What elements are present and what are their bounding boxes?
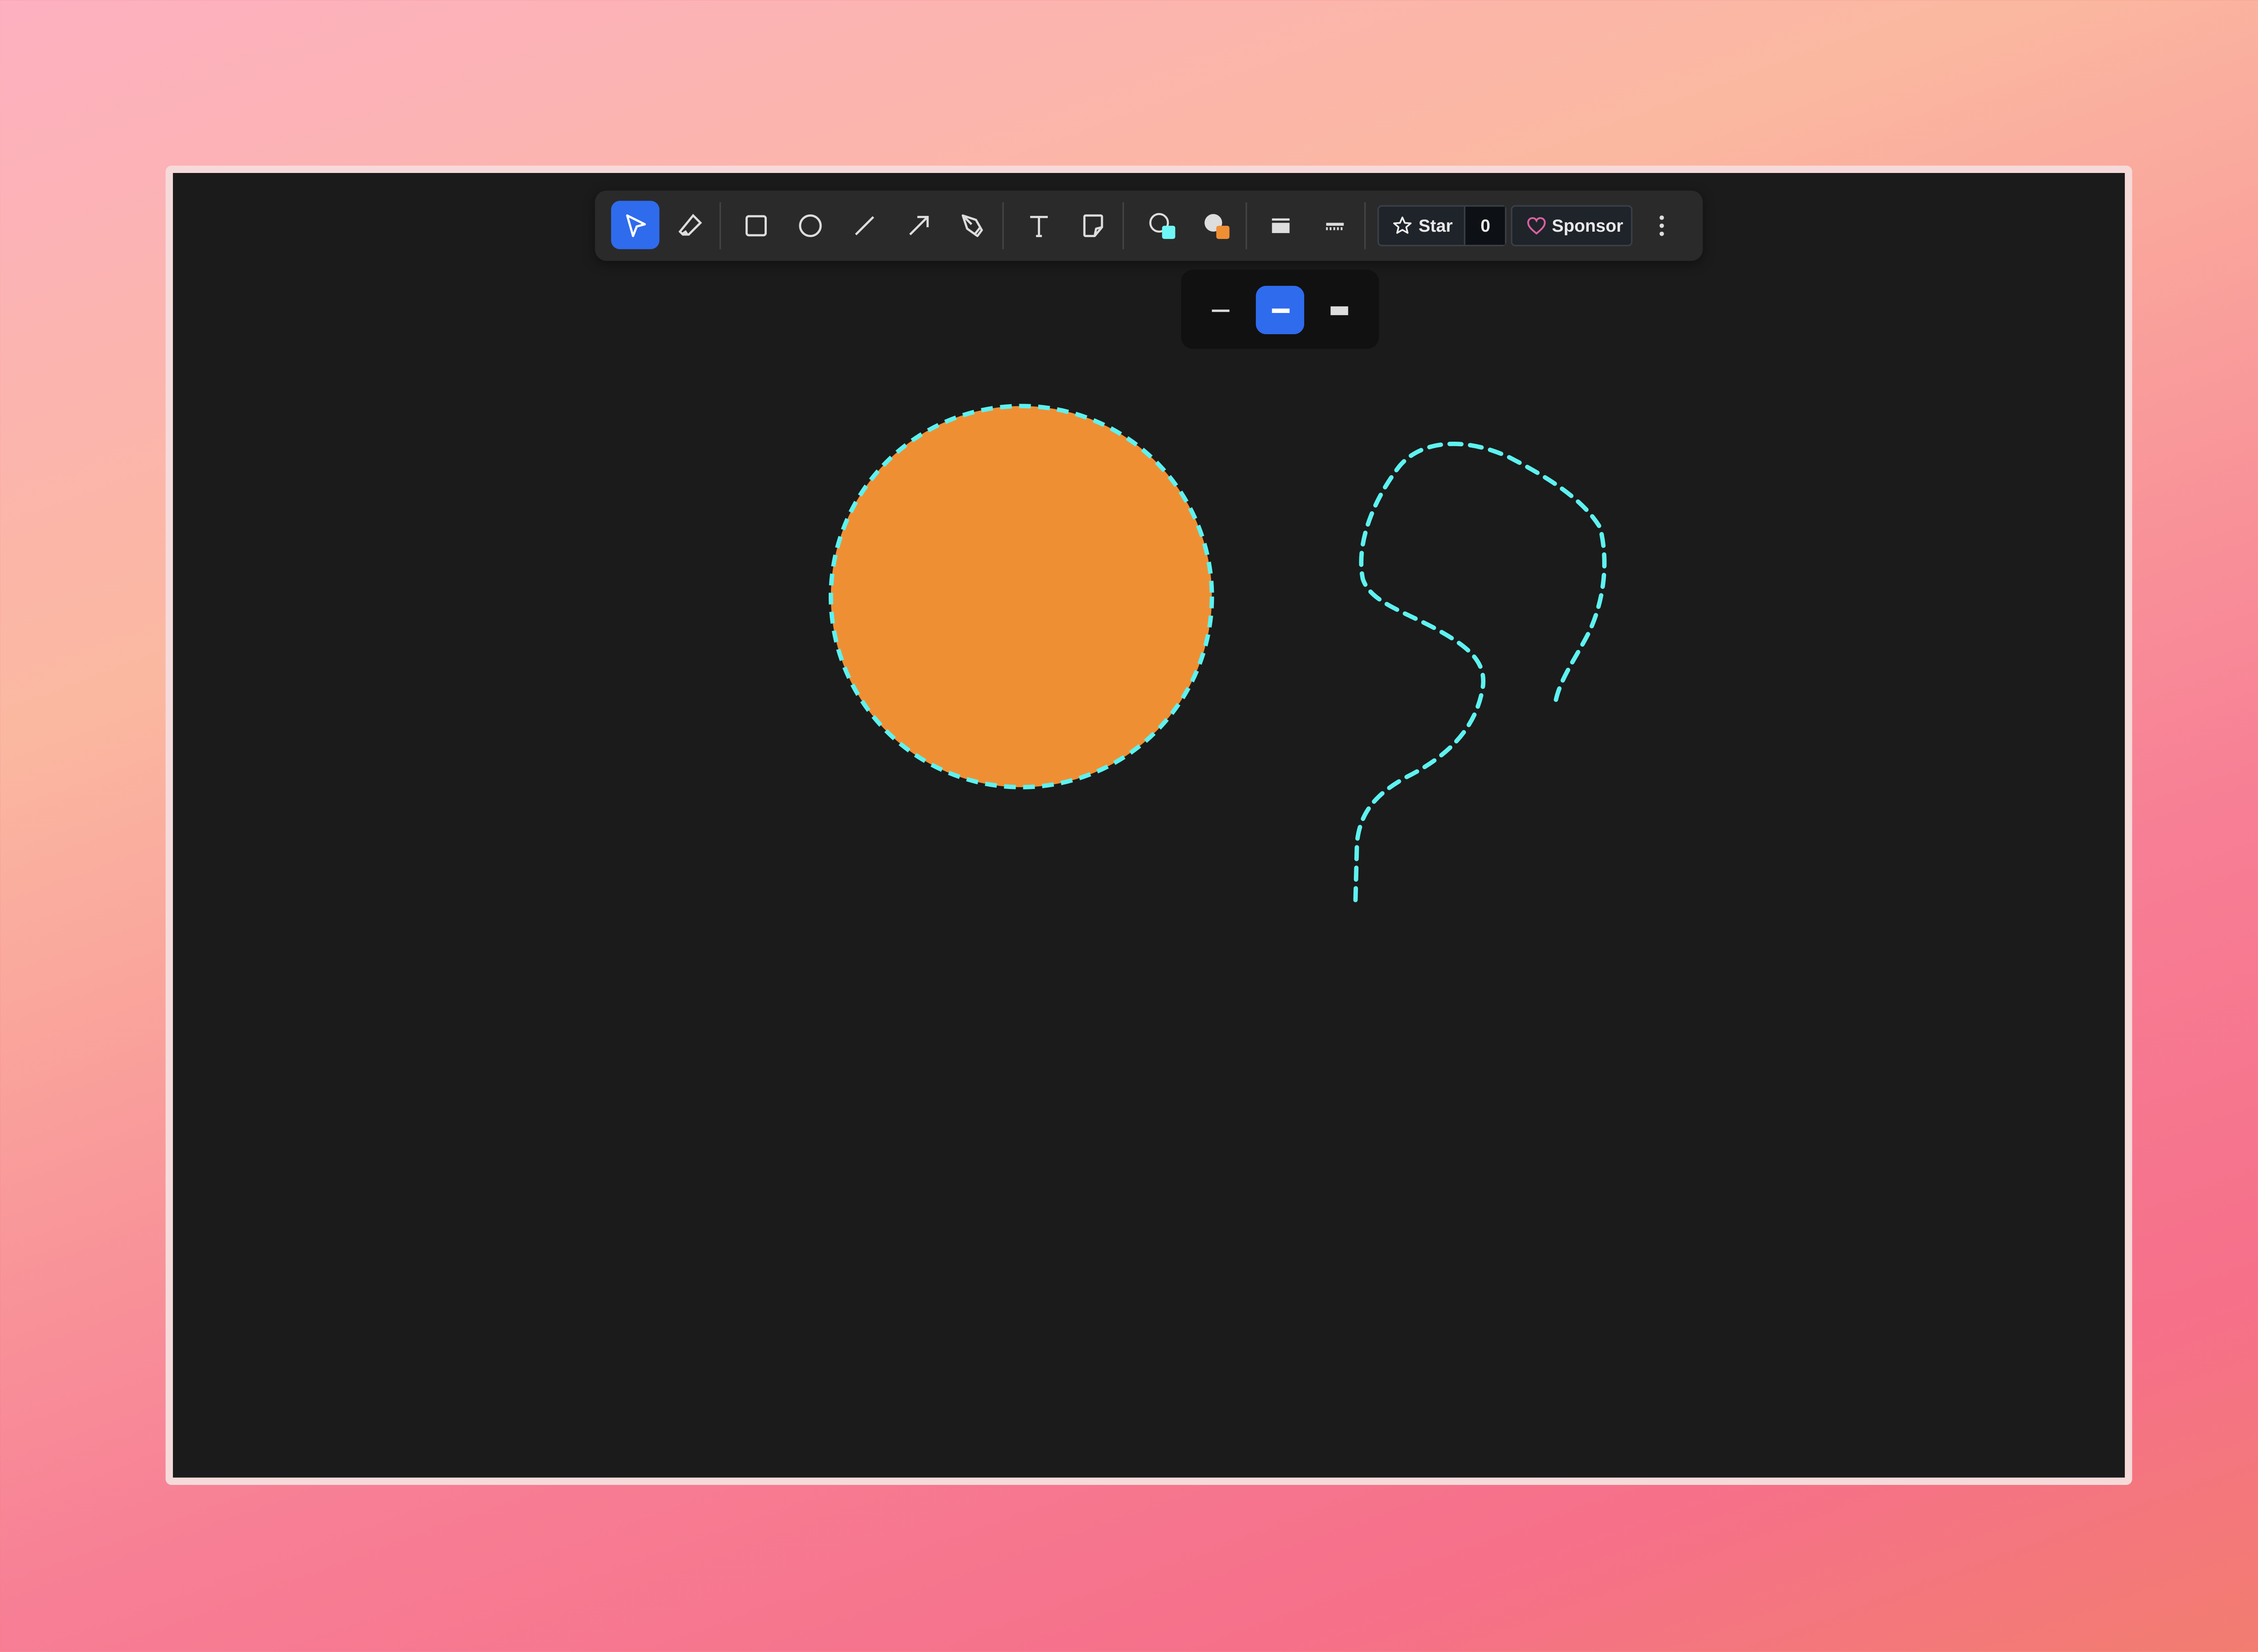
fill-color-icon (1201, 210, 1230, 240)
stroke-width-icon (1265, 210, 1295, 240)
stroke-width-medium-option[interactable] (1256, 286, 1304, 334)
text-icon (1024, 210, 1053, 240)
circle-icon (795, 210, 824, 240)
divider (1003, 202, 1004, 249)
fill-color-button[interactable] (1191, 201, 1240, 249)
sticky-note-tool-button[interactable] (1068, 201, 1117, 249)
line-tool-button[interactable] (840, 201, 888, 249)
cursor-icon (620, 210, 650, 240)
rectangle-icon (741, 210, 770, 240)
sponsor-button[interactable]: Sponsor (1511, 205, 1632, 246)
dashed-line-icon (1320, 210, 1349, 240)
stroke-width-thick-option[interactable] (1315, 286, 1363, 334)
star-count: 0 (1466, 207, 1505, 245)
text-tool-button[interactable] (1014, 201, 1062, 249)
github-star-button[interactable]: Star 0 (1377, 205, 1507, 246)
sticky-note-icon (1078, 210, 1107, 240)
arrow-tool-button[interactable] (894, 201, 942, 249)
star-label: Star (1418, 215, 1453, 236)
drawing-canvas[interactable] (166, 166, 2132, 1485)
heart-icon (1526, 215, 1548, 236)
stroke-color-button[interactable] (1137, 201, 1185, 249)
divider (1246, 202, 1247, 249)
star-icon (1392, 215, 1413, 236)
rectangle-tool-button[interactable] (731, 201, 779, 249)
stroke-color-icon (1147, 210, 1176, 240)
sponsor-label: Sponsor (1552, 215, 1623, 236)
app: Star 0 Sponsor (0, 0, 2258, 1652)
divider (1364, 202, 1366, 249)
stroke-style-button[interactable] (1310, 201, 1358, 249)
thick-line-icon (1324, 295, 1353, 325)
divider (719, 202, 721, 249)
stroke-width-button[interactable] (1256, 201, 1304, 249)
stroke-width-thin-option[interactable] (1196, 286, 1244, 334)
select-tool-button[interactable] (611, 201, 659, 249)
eraser-tool-button[interactable] (665, 201, 714, 249)
divider (1123, 202, 1124, 249)
main-toolbar: Star 0 Sponsor (595, 191, 1703, 261)
stroke-width-popup (1181, 270, 1379, 349)
pen-icon (958, 210, 987, 240)
more-menu-button[interactable] (1637, 201, 1685, 249)
medium-line-icon (1265, 295, 1295, 325)
arrow-icon (903, 210, 933, 240)
pen-tool-button[interactable] (948, 201, 996, 249)
line-icon (849, 210, 878, 240)
thin-line-icon (1205, 295, 1235, 325)
eraser-icon (675, 210, 704, 240)
more-vertical-icon (1647, 210, 1676, 240)
ellipse-tool-button[interactable] (785, 201, 834, 249)
